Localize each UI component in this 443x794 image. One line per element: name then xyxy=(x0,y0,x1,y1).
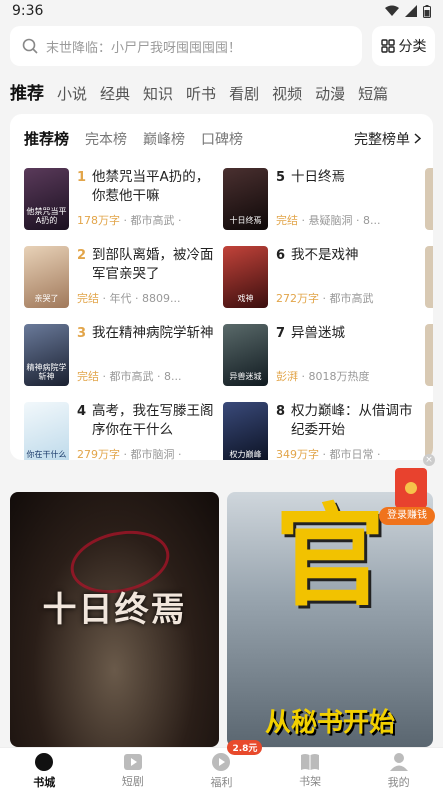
welfare-badge: 2.8元 xyxy=(227,740,263,755)
book-rank: 8 xyxy=(276,404,286,419)
battery-icon xyxy=(423,4,431,18)
book-item[interactable]: 戏神 6 我不是戏神 272万字 · 都市高武 xyxy=(223,246,418,310)
next-column-peek xyxy=(425,168,433,460)
book-cover: 权力巅峰 xyxy=(223,402,268,460)
bottom-nav: 书城 短剧 2.8元 福利 书架 我的 xyxy=(0,740,443,794)
tab-recommend[interactable]: 推荐 xyxy=(10,79,44,104)
book-meta: 349万字 · 都市日常 · xyxy=(276,448,381,460)
book-meta: 完结 · 都市高武 · 8... xyxy=(77,370,182,383)
nav-bookstore[interactable]: 书城 xyxy=(0,748,89,794)
tab-short[interactable]: 短篇 xyxy=(358,83,388,104)
category-button[interactable]: 分类 xyxy=(372,26,435,66)
category-label: 分类 xyxy=(398,39,427,55)
channel-tabs: 推荐 小说 经典 知识 听书 看剧 视频 动漫 短篇 xyxy=(10,74,443,104)
book-title: 我不是戏神 xyxy=(291,247,359,263)
banner-right-subtitle: 从秘书开始 xyxy=(264,708,395,738)
grid-icon xyxy=(380,39,395,53)
book-item[interactable]: 你在干什么 4 高考，我在写滕王阁序你在干什么 279万字 · 都市脑洞 · xyxy=(24,402,219,460)
close-icon[interactable]: × xyxy=(423,454,435,466)
chevron-right-icon xyxy=(414,133,421,144)
book-meta: 完结 · 年代 · 8809... xyxy=(77,292,181,305)
nav-welfare[interactable]: 2.8元 福利 xyxy=(177,740,266,794)
nav-bookshelf[interactable]: 书架 xyxy=(266,748,355,794)
book-cover: 你在干什么 xyxy=(24,402,69,460)
tab-video[interactable]: 视频 xyxy=(272,83,302,104)
tab-novel[interactable]: 小说 xyxy=(57,83,87,104)
book-title: 异兽迷城 xyxy=(291,325,345,341)
play-box-icon xyxy=(123,754,142,770)
search-placeholder: 末世降临：小尸尸我呀囤囤囤囤！ xyxy=(46,40,242,56)
tab-knowledge[interactable]: 知识 xyxy=(143,83,173,104)
ranking-tabs: 推荐榜 完本榜 巅峰榜 口碑榜 完整榜单 xyxy=(24,128,421,149)
book-title: 他禁咒当平A扔的，你惹他干嘛 xyxy=(92,169,210,204)
book-rank: 3 xyxy=(77,326,87,341)
book-item[interactable]: 十日终焉 5 十日终焉 完结 · 悬疑脑洞 · 8... xyxy=(223,168,418,232)
book-rank: 5 xyxy=(276,170,286,185)
book-meta: 178万字 · 都市高武 · xyxy=(77,214,182,227)
tab-audiobook[interactable]: 听书 xyxy=(186,83,216,104)
book-cover: 异兽迷城 xyxy=(223,324,268,386)
ranking-tab-completed[interactable]: 完本榜 xyxy=(85,129,127,149)
book-title: 十日终焉 xyxy=(291,169,345,185)
nav-mine[interactable]: 我的 xyxy=(354,748,443,794)
tab-classic[interactable]: 经典 xyxy=(100,83,130,104)
full-list-link[interactable]: 完整榜单 xyxy=(354,129,421,149)
ranking-tab-peak[interactable]: 巅峰榜 xyxy=(143,129,185,149)
status-bar: 9:36 xyxy=(0,0,443,22)
book-rank: 1 xyxy=(77,170,87,185)
red-envelope-icon[interactable] xyxy=(395,468,427,508)
tab-drama[interactable]: 看剧 xyxy=(229,83,259,104)
book-item[interactable]: 亲哭了 2 到部队离婚，被冷面军官亲哭了 完结 · 年代 · 8809... xyxy=(24,246,219,310)
book-meta: 完结 · 悬疑脑洞 · 8... xyxy=(276,214,381,227)
book-item[interactable]: 精神病院学斩神 3 我在精神病院学斩神 完结 · 都市高武 · 8... xyxy=(24,324,219,388)
book-rank: 7 xyxy=(276,326,286,341)
nav-short-drama[interactable]: 短剧 xyxy=(89,748,178,794)
user-icon xyxy=(389,753,408,771)
book-title: 我在精神病院学斩神 xyxy=(92,325,214,341)
book-cover: 戏神 xyxy=(223,246,268,308)
book-rank: 2 xyxy=(77,248,87,263)
book-cover: 精神病院学斩神 xyxy=(24,324,69,386)
book-item[interactable]: 权力巅峰 8 权力巅峰：从借调市纪委开始 349万字 · 都市日常 · xyxy=(223,402,418,460)
book-meta: 279万字 · 都市脑洞 · xyxy=(77,448,182,460)
wifi-icon xyxy=(385,5,399,16)
book-rank: 6 xyxy=(276,248,286,263)
book-rank: 4 xyxy=(77,404,87,419)
search-icon xyxy=(22,38,38,54)
full-list-label: 完整榜单 xyxy=(354,131,410,148)
ranking-tab-reputation[interactable]: 口碑榜 xyxy=(201,129,243,149)
book-item[interactable]: 他禁咒当平A扔的 1 他禁咒当平A扔的，你惹他干嘛 178万字 · 都市高武 · xyxy=(24,168,219,232)
coin-play-icon xyxy=(212,753,231,771)
ranking-tab-recommend[interactable]: 推荐榜 xyxy=(24,128,69,149)
book-icon xyxy=(301,754,320,770)
book-title: 到部队离婚，被冷面军官亲哭了 xyxy=(92,247,214,282)
search-row: 末世降临：小尸尸我呀囤囤囤囤！ 分类 xyxy=(10,26,435,66)
banner-shiri-zhongyan[interactable]: 十日终焉 xyxy=(10,492,219,747)
login-earn-button[interactable]: 登录赚钱 xyxy=(379,507,435,525)
book-cover: 他禁咒当平A扔的 xyxy=(24,168,69,230)
compass-icon xyxy=(35,753,54,771)
book-item[interactable]: 异兽迷城 7 异兽迷城 彭湃 · 8018万热度 xyxy=(223,324,418,388)
status-icons xyxy=(385,4,431,18)
ranking-card: 推荐榜 完本榜 巅峰榜 口碑榜 完整榜单 他禁咒当平A扔的 1 他禁咒当平A扔的，… xyxy=(10,114,433,460)
banner-left-title: 十日终焉 xyxy=(42,590,187,630)
book-title: 权力巅峰：从借调市纪委开始 xyxy=(291,403,413,438)
search-input[interactable]: 末世降临：小尸尸我呀囤囤囤囤！ xyxy=(10,26,362,66)
status-time: 9:36 xyxy=(12,3,44,19)
book-cover: 十日终焉 xyxy=(223,168,268,230)
book-meta: 272万字 · 都市高武 xyxy=(276,292,374,305)
book-cover: 亲哭了 xyxy=(24,246,69,308)
book-meta: 彭湃 · 8018万热度 xyxy=(276,370,370,383)
signal-icon xyxy=(405,5,417,17)
book-title: 高考，我在写滕王阁序你在干什么 xyxy=(92,403,214,438)
banner-guanchang[interactable]: 官 从秘书开始 xyxy=(227,492,433,747)
tab-anime[interactable]: 动漫 xyxy=(315,83,345,104)
